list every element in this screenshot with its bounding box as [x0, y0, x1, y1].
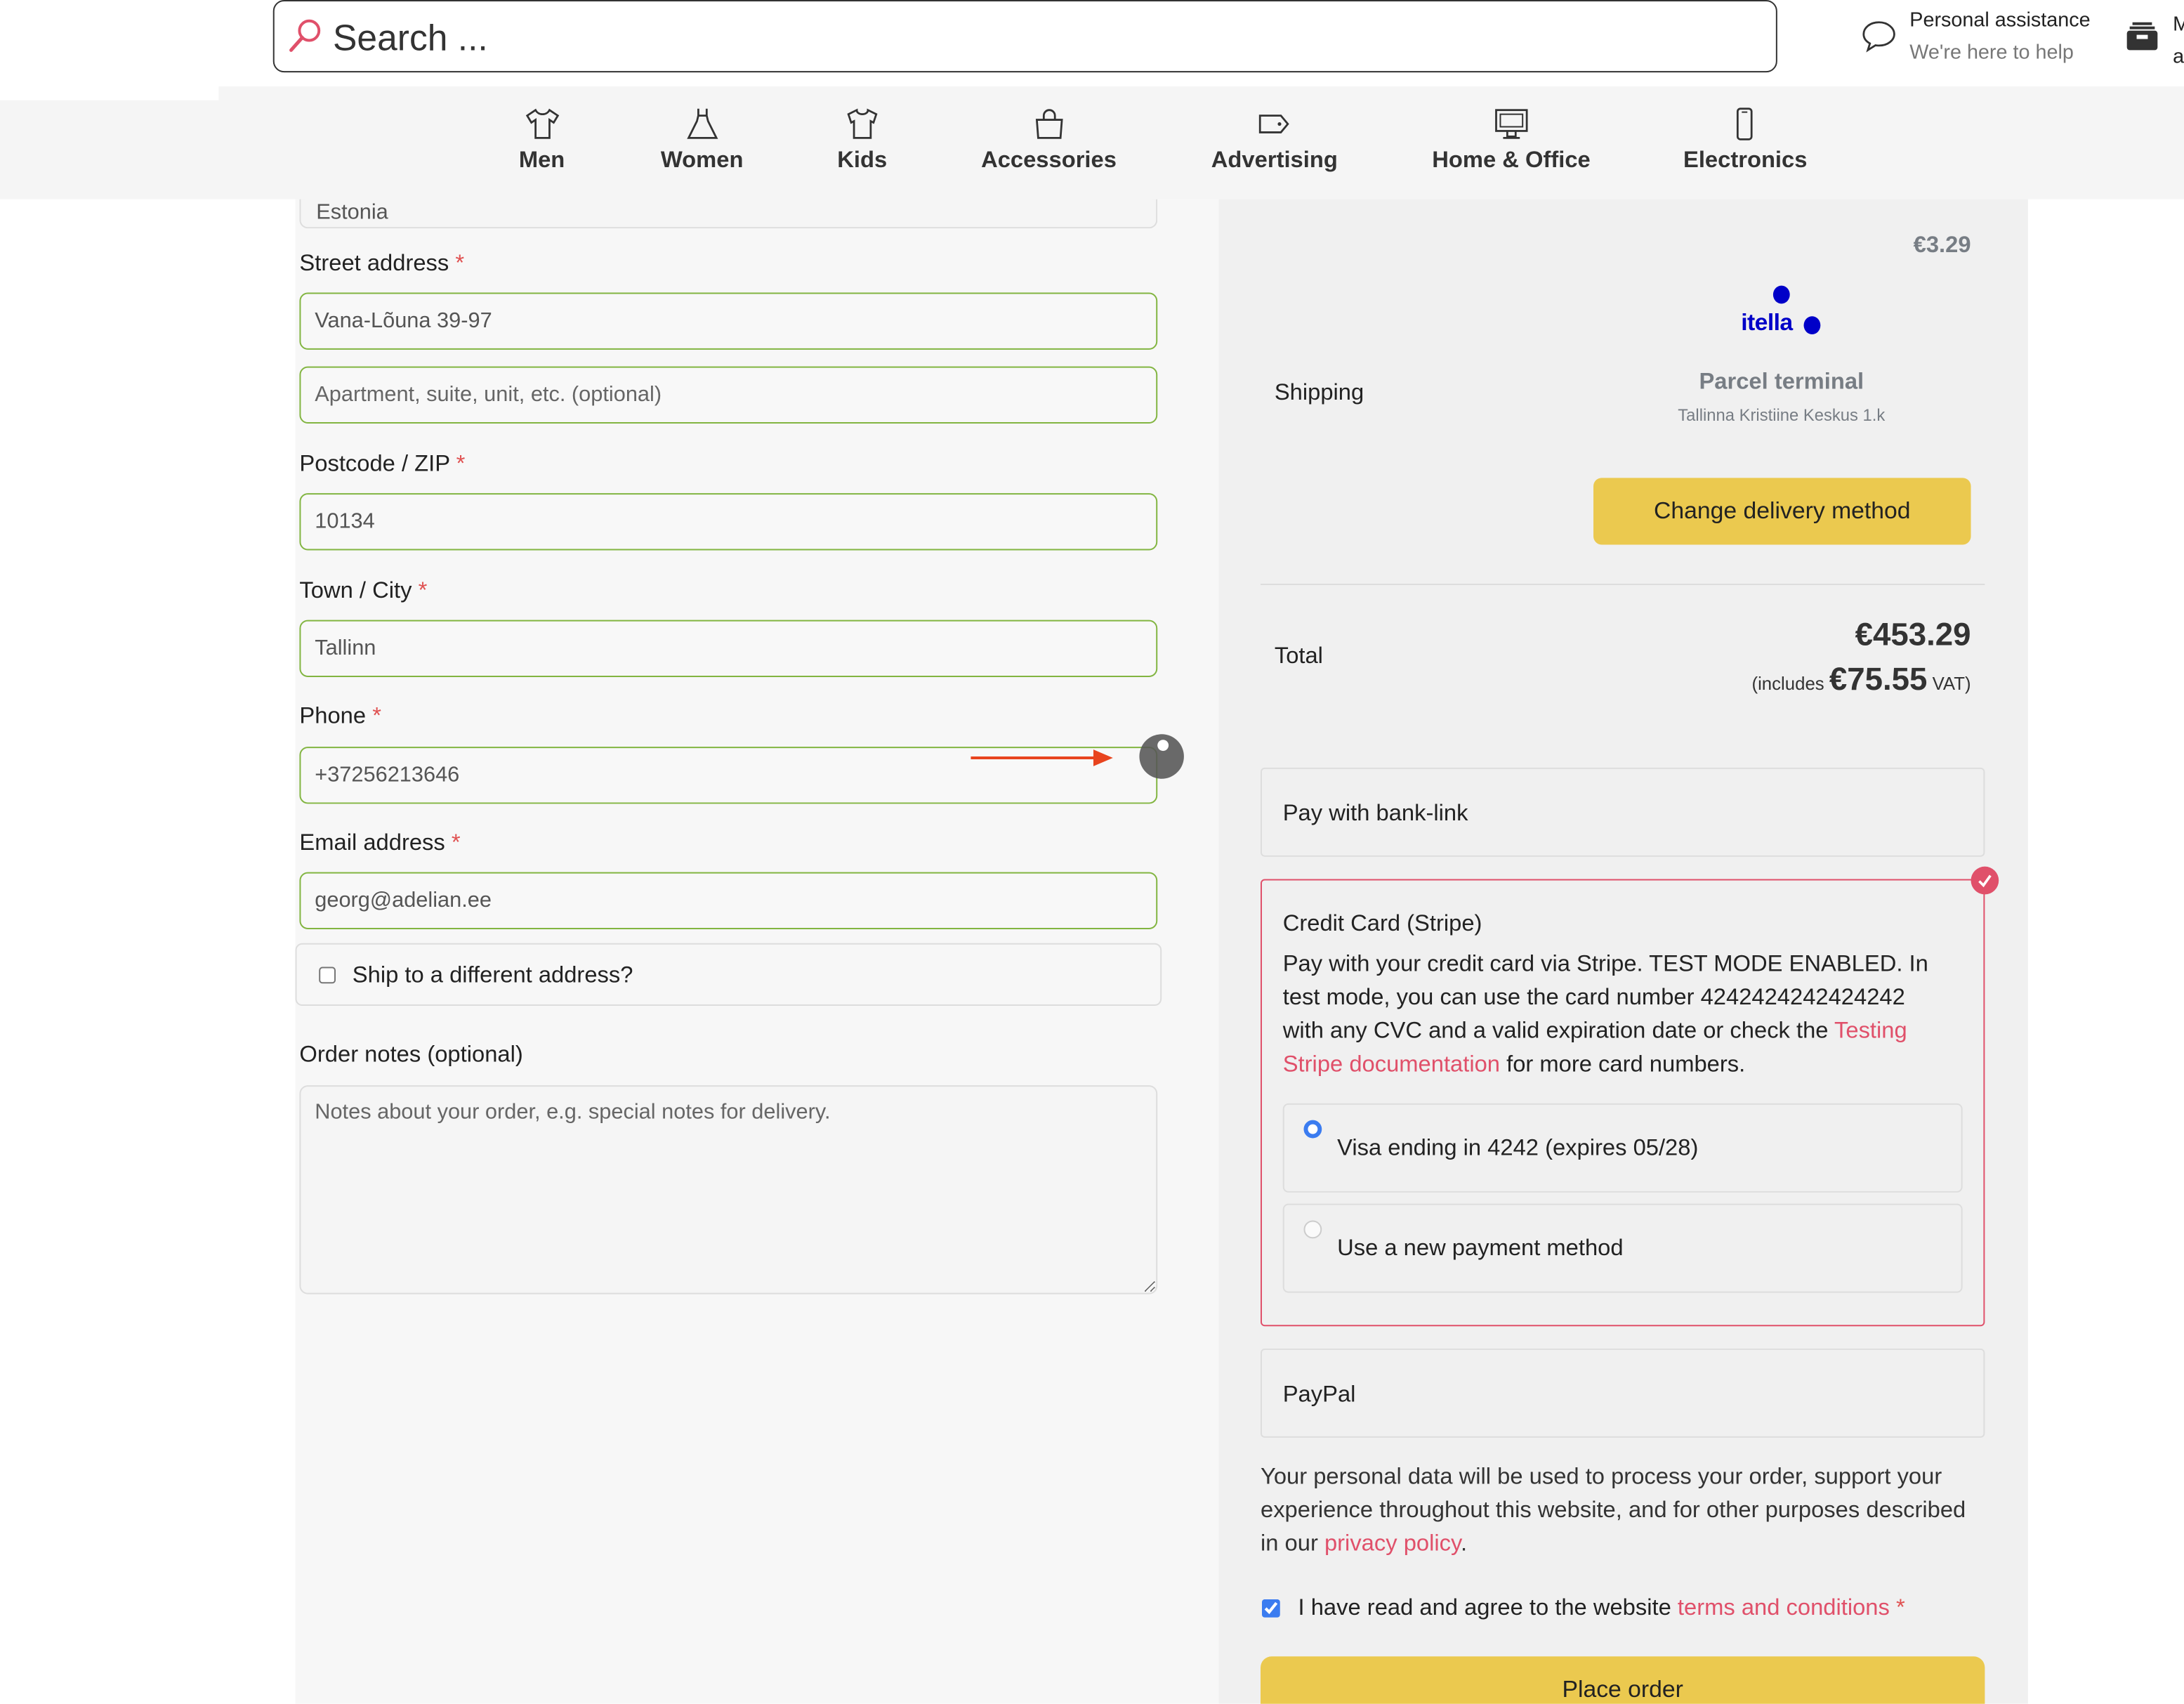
search-input[interactable] [330, 12, 1729, 63]
ship-different-label: Ship to a different address? [352, 962, 633, 988]
shipping-price: €3.29 [1913, 232, 1971, 258]
monitor-icon [1494, 109, 1528, 139]
ship-different-checkbox[interactable] [319, 966, 336, 984]
apartment-input[interactable] [299, 366, 1158, 424]
postcode-input[interactable] [299, 493, 1158, 551]
selected-check-icon [1971, 866, 1999, 895]
payment-option-bank-link[interactable]: Pay with bank-link [1260, 767, 1985, 857]
payment-option-paypal[interactable]: PayPal [1260, 1348, 1985, 1438]
payment-option-stripe[interactable]: Credit Card (Stripe) Pay with your credi… [1260, 879, 1985, 1327]
street-address-input[interactable] [299, 292, 1158, 350]
terms-link[interactable]: terms and conditions [1678, 1595, 1890, 1620]
annotation-arrow-icon [971, 749, 1113, 766]
nav-electronics[interactable]: Electronics [1683, 106, 1807, 174]
saved-card-radio[interactable] [1303, 1120, 1322, 1139]
stripe-title: Credit Card (Stripe) [1282, 911, 1482, 936]
nav-home-office[interactable]: Home & Office [1432, 106, 1591, 174]
bag-icon [1035, 109, 1063, 139]
new-payment-method-option[interactable]: Use a new payment method [1282, 1203, 1963, 1293]
terms-checkbox[interactable] [1261, 1599, 1280, 1618]
street-address-label: Street address * [299, 251, 465, 276]
country-value: Estonia [316, 200, 388, 225]
shipping-label: Shipping [1274, 380, 1364, 406]
shipping-location: Tallinna Kristiine Keskus 1.k [1678, 405, 1886, 425]
terms-label: I have read and agree to the website ter… [1298, 1595, 1905, 1620]
city-label: Town / City * [299, 578, 428, 603]
nav-advertising[interactable]: Advertising [1211, 106, 1338, 174]
nav-accessories[interactable]: Accessories [981, 106, 1117, 174]
new-method-radio[interactable] [1303, 1220, 1322, 1239]
place-order-button[interactable]: Place order [1260, 1656, 1985, 1704]
search-icon [289, 19, 321, 52]
dress-icon [686, 108, 718, 139]
total-value: €453.29 [1855, 615, 1971, 653]
account-link[interactable]: Ma [2173, 10, 2184, 74]
privacy-notice: Your personal data will be used to proce… [1260, 1464, 1966, 1556]
nav-women[interactable]: Women [661, 106, 743, 174]
assistance-subtitle: We're here to help [1909, 41, 2074, 65]
order-notes-textarea[interactable] [299, 1085, 1158, 1295]
privacy-policy-link[interactable]: privacy policy [1324, 1531, 1461, 1556]
city-input[interactable] [299, 620, 1158, 677]
archive-box-icon[interactable] [2126, 21, 2159, 52]
itella-logo: itella [1727, 279, 1838, 343]
change-delivery-button[interactable]: Change delivery method [1593, 478, 1971, 545]
postcode-label: Postcode / ZIP * [299, 451, 466, 477]
stripe-description: Pay with your credit card via Stripe. TE… [1282, 951, 1928, 1077]
kids-shirt-icon [847, 108, 878, 139]
chat-bubble-icon [1862, 21, 1895, 53]
phone-label: Phone * [299, 703, 381, 729]
cursor-indicator-icon [1139, 734, 1184, 779]
email-input[interactable] [299, 872, 1158, 929]
phone-icon [1737, 107, 1754, 140]
search-box[interactable] [272, 0, 1777, 73]
order-notes-label: Order notes (optional) [299, 1042, 523, 1068]
email-label: Email address * [299, 830, 461, 856]
header-background [0, 86, 219, 100]
total-label: Total [1274, 643, 1323, 669]
vat-info: (includes €75.55 VAT) [1751, 660, 1971, 697]
tag-icon [1259, 114, 1290, 133]
shipping-method: Parcel terminal [1699, 369, 1864, 395]
saved-card-option[interactable]: Visa ending in 4242 (expires 05/28) [1282, 1103, 1963, 1193]
nav-kids[interactable]: Kids [837, 106, 887, 174]
ship-different-address[interactable]: Ship to a different address? [295, 943, 1162, 1007]
divider [1260, 584, 1985, 586]
assistance-title[interactable]: Personal assistance [1909, 10, 2090, 32]
nav-men[interactable]: Men [519, 106, 565, 174]
tshirt-icon [525, 108, 559, 139]
country-select[interactable]: Estonia [299, 199, 1158, 229]
